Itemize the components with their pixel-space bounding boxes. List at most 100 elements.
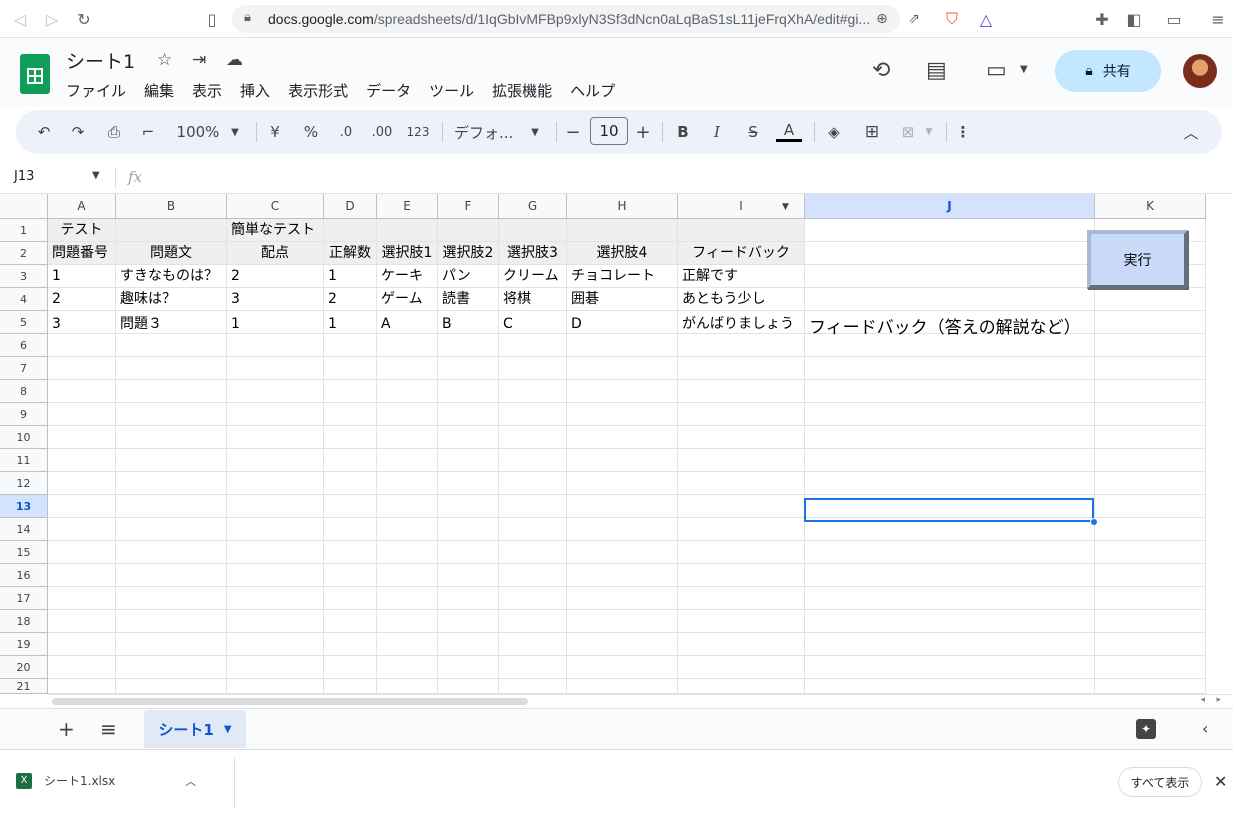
cell-E4[interactable]: ゲーム	[377, 288, 438, 311]
italic-icon[interactable]: I	[708, 120, 726, 144]
cloud-status-icon[interactable]: ☁	[226, 50, 243, 70]
row-header-11[interactable]: 11	[0, 449, 48, 472]
row-header-1[interactable]: 1	[0, 219, 48, 242]
cell-H9[interactable]	[567, 403, 678, 426]
cell-I13[interactable]	[678, 495, 805, 518]
cell-C5[interactable]: 1	[227, 311, 324, 334]
cell-A3[interactable]: 1	[48, 265, 116, 288]
cell-G7[interactable]	[499, 357, 567, 380]
cell-K20[interactable]	[1095, 656, 1206, 679]
cell-K21[interactable]	[1095, 679, 1206, 694]
cell-D16[interactable]	[324, 564, 377, 587]
column-header-j[interactable]: J	[805, 194, 1095, 219]
cell-B14[interactable]	[116, 518, 227, 541]
cell-G19[interactable]	[499, 633, 567, 656]
cell-F8[interactable]	[438, 380, 499, 403]
spreadsheet-grid[interactable]: ABCDEFGHIJK 1 2 3 4 5 6 7 8 9 10 11 12 13 14 15 16 17 18 1…	[0, 194, 1233, 694]
cell-B15[interactable]	[116, 541, 227, 564]
cell-E15[interactable]	[377, 541, 438, 564]
cell-J19[interactable]	[805, 633, 1095, 656]
cell-G13[interactable]	[499, 495, 567, 518]
cell-J9[interactable]	[805, 403, 1095, 426]
cell-I6[interactable]	[678, 334, 805, 357]
cell-C2[interactable]: 配点	[227, 242, 324, 265]
column-header-e[interactable]: E	[377, 194, 438, 219]
cell-B6[interactable]	[116, 334, 227, 357]
cell-C14[interactable]	[227, 518, 324, 541]
cell-A21[interactable]	[48, 679, 116, 694]
run-button[interactable]: 実行	[1087, 230, 1188, 289]
fill-handle[interactable]	[1090, 518, 1098, 526]
scroll-left-icon[interactable]: ◂	[1200, 695, 1205, 705]
column-header-b[interactable]: B	[116, 194, 227, 219]
cell-F20[interactable]	[438, 656, 499, 679]
cell-K19[interactable]	[1095, 633, 1206, 656]
cell-I4[interactable]: あともう少し	[678, 288, 805, 311]
cell-H5[interactable]: D	[567, 311, 678, 334]
cell-I5[interactable]: がんばりましょう	[678, 311, 805, 334]
cell-C17[interactable]	[227, 587, 324, 610]
cell-B21[interactable]	[116, 679, 227, 694]
row-header-14[interactable]: 14	[0, 518, 48, 541]
scroll-right-icon[interactable]: ▸	[1216, 695, 1221, 705]
cell-F1[interactable]	[438, 219, 499, 242]
back-icon[interactable]: ◁	[8, 7, 32, 31]
cell-G8[interactable]	[499, 380, 567, 403]
cell-B3[interactable]: すきなものは？	[116, 265, 227, 288]
cell-H18[interactable]	[567, 610, 678, 633]
cell-H6[interactable]	[567, 334, 678, 357]
merge-dropdown-icon[interactable]: ▼	[922, 120, 936, 144]
add-sheet-icon[interactable]: +	[58, 717, 75, 741]
cell-I2[interactable]: フィードバック	[678, 242, 805, 265]
cell-I9[interactable]	[678, 403, 805, 426]
cell-H17[interactable]	[567, 587, 678, 610]
cell-B2[interactable]: 問題文	[116, 242, 227, 265]
currency-format-button[interactable]: ¥	[266, 120, 284, 144]
cell-E20[interactable]	[377, 656, 438, 679]
strikethrough-icon[interactable]: S	[742, 120, 764, 144]
cell-H11[interactable]	[567, 449, 678, 472]
cell-G18[interactable]	[499, 610, 567, 633]
history-icon[interactable]: ⟲	[872, 58, 890, 83]
cell-K5[interactable]	[1095, 311, 1206, 334]
cell-E11[interactable]	[377, 449, 438, 472]
selected-cell-J13[interactable]	[804, 498, 1094, 522]
row-header-18[interactable]: 18	[0, 610, 48, 633]
cell-J1[interactable]	[805, 219, 1095, 242]
cell-F11[interactable]	[438, 449, 499, 472]
cell-G5[interactable]: C	[499, 311, 567, 334]
side-panel-toggle-icon[interactable]: ‹	[1202, 719, 1208, 738]
cell-H12[interactable]	[567, 472, 678, 495]
cell-F18[interactable]	[438, 610, 499, 633]
cell-K7[interactable]	[1095, 357, 1206, 380]
cell-I3[interactable]: 正解です	[678, 265, 805, 288]
cell-E14[interactable]	[377, 518, 438, 541]
cell-C8[interactable]	[227, 380, 324, 403]
decrease-font-size-icon[interactable]: −	[564, 120, 582, 144]
menu-view[interactable]: 表示	[192, 78, 222, 100]
cell-F12[interactable]	[438, 472, 499, 495]
row-header-7[interactable]: 7	[0, 357, 48, 380]
share-button[interactable]: 🔒︎ 共有	[1055, 50, 1161, 92]
cell-A13[interactable]	[48, 495, 116, 518]
cell-G12[interactable]	[499, 472, 567, 495]
explore-icon[interactable]: ✦	[1136, 719, 1156, 739]
cell-J4[interactable]	[805, 288, 1095, 311]
column-header-h[interactable]: H	[567, 194, 678, 219]
cell-K6[interactable]	[1095, 334, 1206, 357]
cell-F4[interactable]: 読書	[438, 288, 499, 311]
cell-I15[interactable]	[678, 541, 805, 564]
zoom-select[interactable]: 100%	[174, 120, 222, 144]
brave-rewards-icon[interactable]: △	[974, 7, 998, 31]
cell-I16[interactable]	[678, 564, 805, 587]
cell-K13[interactable]	[1095, 495, 1206, 518]
cell-C18[interactable]	[227, 610, 324, 633]
row-header-2[interactable]: 2	[0, 242, 48, 265]
cell-J20[interactable]	[805, 656, 1095, 679]
cell-C4[interactable]: 3	[227, 288, 324, 311]
cell-K8[interactable]	[1095, 380, 1206, 403]
cell-D14[interactable]	[324, 518, 377, 541]
cell-F17[interactable]	[438, 587, 499, 610]
cell-H13[interactable]	[567, 495, 678, 518]
cell-B16[interactable]	[116, 564, 227, 587]
